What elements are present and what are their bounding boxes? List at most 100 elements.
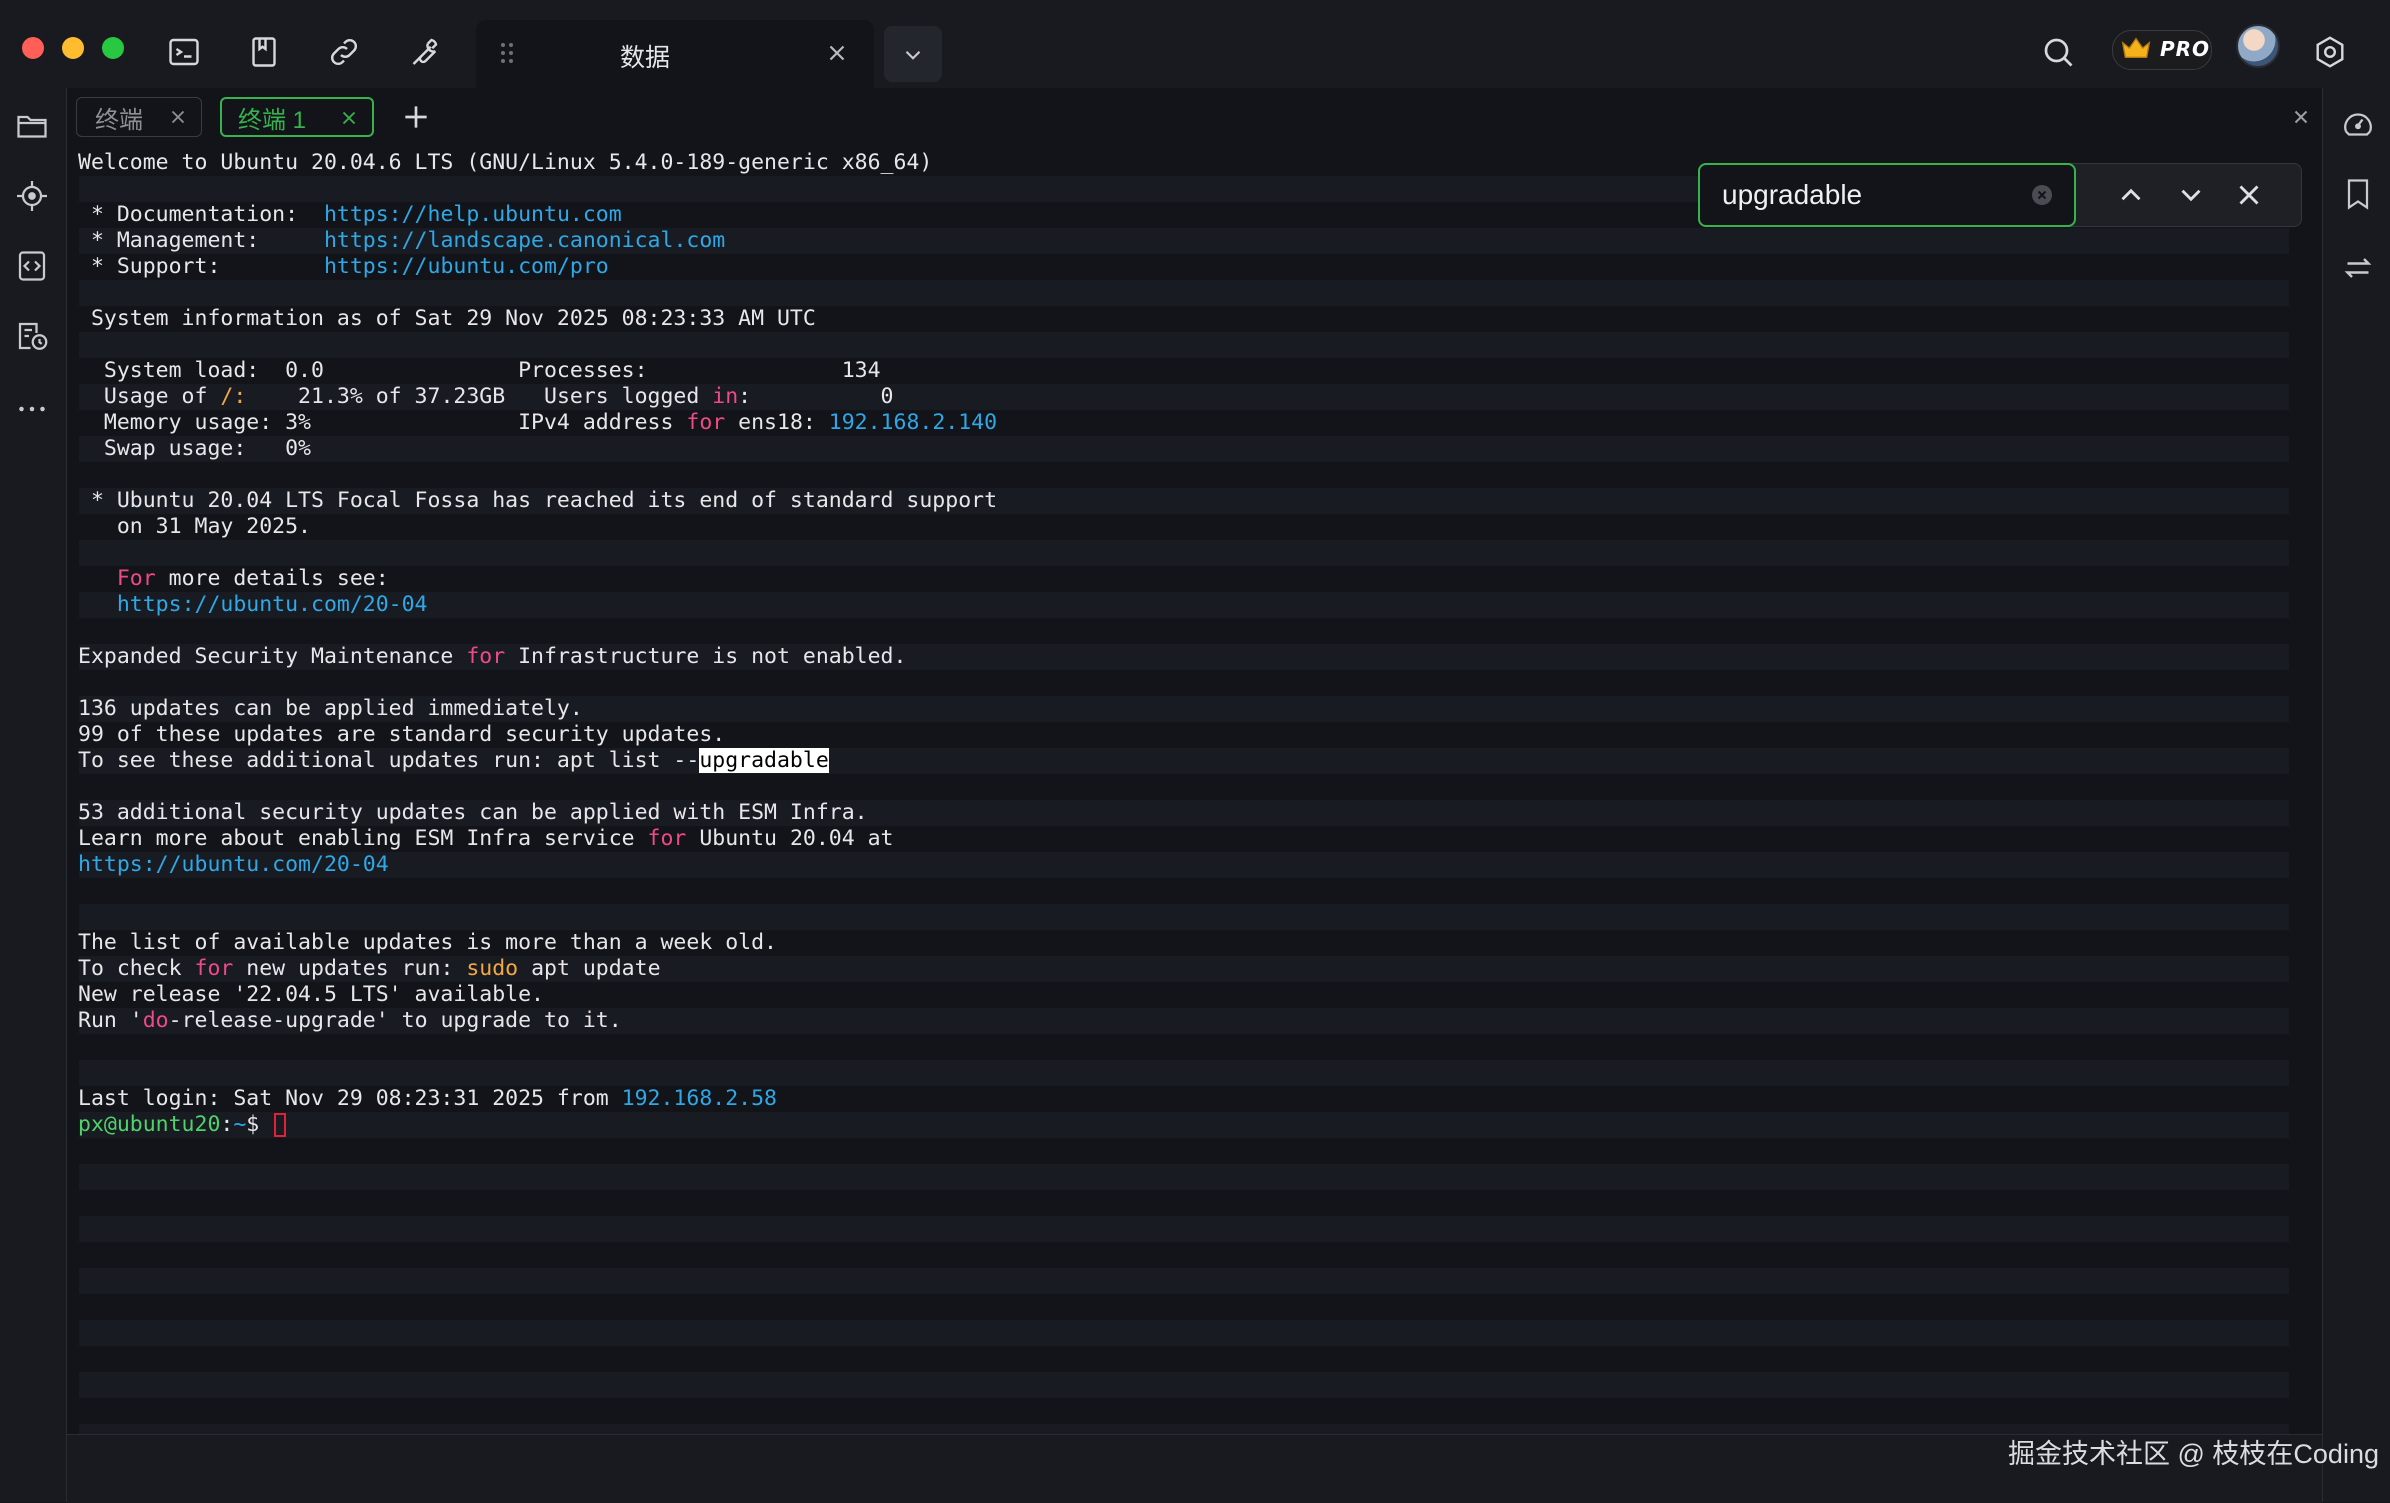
session-tab-active[interactable]: 终端 1 (220, 97, 374, 137)
terminal-text: in (712, 384, 739, 409)
terminal-line: New release '22.04.5 LTS' available. (78, 982, 544, 1008)
terminal-text: for (466, 644, 506, 669)
maximize-window-button[interactable] (102, 37, 124, 59)
minimize-window-button[interactable] (62, 37, 84, 59)
code-file-icon[interactable] (14, 248, 50, 284)
close-panel-icon[interactable] (2290, 106, 2312, 128)
terminal-line: Run 'do-release-upgrade' to upgrade to i… (78, 1008, 622, 1034)
terminal-line: System load: 0.0 Processes: 134 (78, 358, 881, 384)
terminal-line: px@ubuntu20:~$ (78, 1112, 272, 1138)
folder-icon[interactable] (14, 108, 50, 144)
line-band (79, 1268, 2289, 1294)
terminal-line: https://ubuntu.com/20-04 (78, 852, 389, 878)
gauge-icon[interactable] (2340, 106, 2376, 142)
bookmark-icon[interactable] (2340, 176, 2376, 212)
terminal-link[interactable]: 192.168.2.140 (829, 410, 997, 435)
swap-arrows-icon[interactable] (2340, 250, 2376, 286)
terminal-line: System information as of Sat 29 Nov 2025… (78, 306, 816, 332)
pro-label: PRO (2160, 37, 2211, 61)
terminal-text: System information as of Sat 29 Nov 2025… (78, 306, 816, 331)
close-icon[interactable] (338, 107, 360, 129)
terminal-link[interactable]: https://ubuntu.com/20-04 (78, 852, 389, 877)
terminal-text: /: (220, 384, 247, 409)
watermark-text: 掘金技术社区 @ 枝枝在Coding (2008, 1439, 2379, 1469)
terminal-text: : (220, 1112, 234, 1137)
terminal-text: for (647, 826, 687, 851)
terminal-text: * Documentation: (78, 202, 324, 227)
search-previous-button[interactable] (2114, 178, 2148, 212)
settings-icon[interactable] (2312, 34, 2348, 70)
line-band (79, 540, 2289, 566)
close-icon (2239, 185, 2259, 205)
crosshair-icon[interactable] (14, 178, 50, 214)
line-band (79, 1112, 2289, 1138)
terminal-text: Usage of (78, 384, 221, 409)
history-icon[interactable] (14, 318, 50, 354)
terminal-line: 53 additional security updates can be ap… (78, 800, 868, 826)
line-band (79, 280, 2289, 306)
terminal-text: The list of available updates is more th… (78, 930, 777, 955)
terminal-text: Last login: Sat Nov 29 08:23:31 2025 fro… (78, 1086, 622, 1111)
more-icon[interactable] (14, 388, 50, 424)
chevron-up-icon (2121, 188, 2141, 201)
terminal-text: px@ubuntu20 (78, 1112, 221, 1137)
terminal-text: System load: 0.0 Processes: 134 (78, 358, 881, 383)
terminal-text: -release-upgrade' to upgrade to it. (168, 1008, 622, 1033)
line-band (79, 436, 2289, 462)
terminal-text: * Support: (78, 254, 324, 279)
close-search-button[interactable] (2232, 178, 2266, 212)
terminal-link[interactable]: ~ (233, 1112, 246, 1137)
chevron-down-icon (905, 50, 921, 60)
terminal-text: 21.3% of 37.23GB Users logged (246, 384, 713, 409)
search-next-button[interactable] (2174, 178, 2208, 212)
terminal-text: To check (78, 956, 195, 981)
tab-list-dropdown-button[interactable] (884, 26, 942, 82)
right-sidebar (2322, 88, 2390, 1502)
terminal-link[interactable]: https://landscape.canonical.com (324, 228, 725, 253)
search-input[interactable] (1698, 163, 2076, 227)
close-window-button[interactable] (22, 37, 44, 59)
search-icon[interactable] (2040, 34, 2076, 70)
terminal-line: To see these additional updates run: apt… (78, 748, 829, 774)
search-match: upgradable (699, 748, 829, 773)
terminal-text: Learn more about enabling ESM Infra serv… (78, 826, 648, 851)
terminal-line: The list of available updates is more th… (78, 930, 777, 956)
close-icon[interactable] (824, 40, 850, 66)
add-tab-button[interactable] (400, 101, 432, 133)
session-tab[interactable]: 终端 (76, 97, 202, 137)
terminal-link[interactable]: https://ubuntu.com/20-04 (117, 592, 428, 617)
terminal-output[interactable]: Welcome to Ubuntu 20.04.6 LTS (GNU/Linux… (67, 148, 2322, 1434)
terminal-line: * Documentation: https://help.ubuntu.com (78, 202, 622, 228)
window-tab-active[interactable] (476, 20, 874, 88)
terminal-line: 99 of these updates are standard securit… (78, 722, 725, 748)
terminal-text: for (686, 410, 726, 435)
terminal-text: ens18: (725, 410, 829, 435)
left-sidebar (0, 88, 67, 1502)
line-band (79, 332, 2289, 358)
terminal-text: Ubuntu 20.04 at (686, 826, 894, 851)
terminal-line: Welcome to Ubuntu 20.04.6 LTS (GNU/Linux… (78, 150, 932, 176)
line-band (79, 904, 2289, 930)
terminal-link[interactable]: https://ubuntu.com/pro (324, 254, 609, 279)
terminal-icon[interactable] (166, 34, 202, 70)
terminal-text: Expanded Security Maintenance (78, 644, 467, 669)
drag-handle-icon[interactable] (498, 40, 516, 66)
terminal-line: Last login: Sat Nov 29 08:23:31 2025 fro… (78, 1086, 777, 1112)
terminal-link[interactable]: 192.168.2.58 (622, 1086, 777, 1111)
line-band (79, 1372, 2289, 1398)
bookmark-icon[interactable] (246, 34, 282, 70)
terminal-line: Memory usage: 3% IPv4 address for ens18:… (78, 410, 997, 436)
terminal-line: Learn more about enabling ESM Infra serv… (78, 826, 894, 852)
line-band (79, 1320, 2289, 1346)
terminal-line: Expanded Security Maintenance for Infras… (78, 644, 906, 670)
link-icon[interactable] (326, 34, 362, 70)
clear-search-icon[interactable] (2030, 183, 2054, 207)
avatar[interactable] (2236, 24, 2280, 68)
terminal-link[interactable]: https://help.ubuntu.com (324, 202, 622, 227)
close-icon[interactable] (167, 106, 189, 128)
terminal-text: sudo (466, 956, 519, 981)
status-bar (67, 1434, 2322, 1503)
wrench-icon[interactable] (406, 34, 442, 70)
